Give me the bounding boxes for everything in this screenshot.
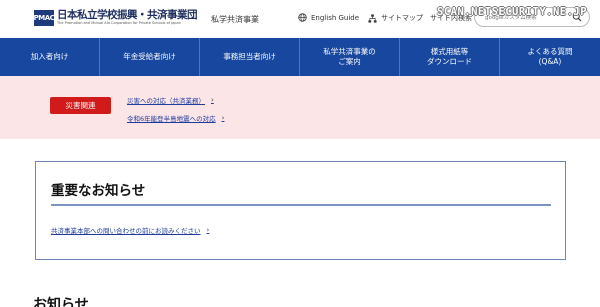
globe-icon bbox=[298, 13, 307, 22]
logo-mark: PMAC bbox=[34, 10, 55, 26]
disaster-section: 災害関連 災害への対応（共済業務） › 令和6年能登半島地震への対応 › bbox=[0, 76, 600, 139]
notice-link[interactable]: 共済事業本部への問い合わせの前にお読みください › bbox=[51, 225, 209, 235]
disaster-link-noto-label: 令和6年能登半島地震への対応 bbox=[127, 115, 216, 123]
news-heading: お知らせ bbox=[33, 297, 89, 307]
logo-text: 日本私立学校振興・共済事業団 The Promotion and Mutual … bbox=[57, 9, 198, 26]
nav-item-downloads[interactable]: 様式用紙等 ダウンロード bbox=[400, 38, 500, 76]
english-guide-link[interactable]: English Guide bbox=[298, 13, 359, 22]
disaster-badge: 災害関連 bbox=[50, 97, 111, 114]
sitemap-label: サイトマップ bbox=[381, 14, 423, 22]
important-notice-box: 重要なお知らせ 共済事業本部への問い合わせの前にお読みください › bbox=[35, 161, 566, 260]
sitemap-icon bbox=[368, 13, 377, 23]
site-logo[interactable]: PMAC 日本私立学校振興・共済事業団 The Promotion and Mu… bbox=[34, 9, 198, 26]
disaster-link-noto[interactable]: 令和6年能登半島地震への対応 › bbox=[127, 113, 224, 123]
chevron-right-icon: › bbox=[206, 226, 210, 234]
notice-divider bbox=[51, 204, 551, 206]
disaster-link-response-label: 災害への対応（共済業務） bbox=[127, 97, 205, 105]
nav-item-administrators[interactable]: 事務担当者向け bbox=[200, 38, 300, 76]
site-header: PMAC 日本私立学校振興・共済事業団 The Promotion and Mu… bbox=[0, 0, 600, 38]
nav-item-about[interactable]: 私学共済事業の ご案内 bbox=[300, 38, 400, 76]
nav-item-members[interactable]: 加入者向け bbox=[0, 38, 100, 76]
chevron-right-icon: › bbox=[211, 96, 214, 104]
notice-title: 重要なお知らせ bbox=[51, 183, 146, 199]
notice-link-label: 共済事業本部への問い合わせの前にお読みください bbox=[51, 227, 201, 235]
nav-item-pensioners[interactable]: 年金受給者向け bbox=[100, 38, 200, 76]
site-name: 私学共済事業 bbox=[211, 15, 259, 24]
watermark: SCAN.NETSECURITY.NE.JP bbox=[437, 6, 588, 18]
english-guide-label: English Guide bbox=[311, 13, 360, 22]
sitemap-link[interactable]: サイトマップ bbox=[368, 13, 423, 23]
logo-main-text: 日本私立学校振興・共済事業団 bbox=[57, 9, 198, 21]
nav-item-faq[interactable]: よくある質問 (Q&A) bbox=[500, 38, 600, 76]
chevron-right-icon: › bbox=[221, 114, 225, 122]
disaster-link-response[interactable]: 災害への対応（共済業務） › bbox=[127, 95, 214, 105]
main-nav: 加入者向け 年金受給者向け 事務担当者向け 私学共済事業の ご案内 様式用紙等 … bbox=[0, 38, 600, 76]
logo-sub-text: The Promotion and Mutual Aid Corporation… bbox=[57, 21, 181, 25]
